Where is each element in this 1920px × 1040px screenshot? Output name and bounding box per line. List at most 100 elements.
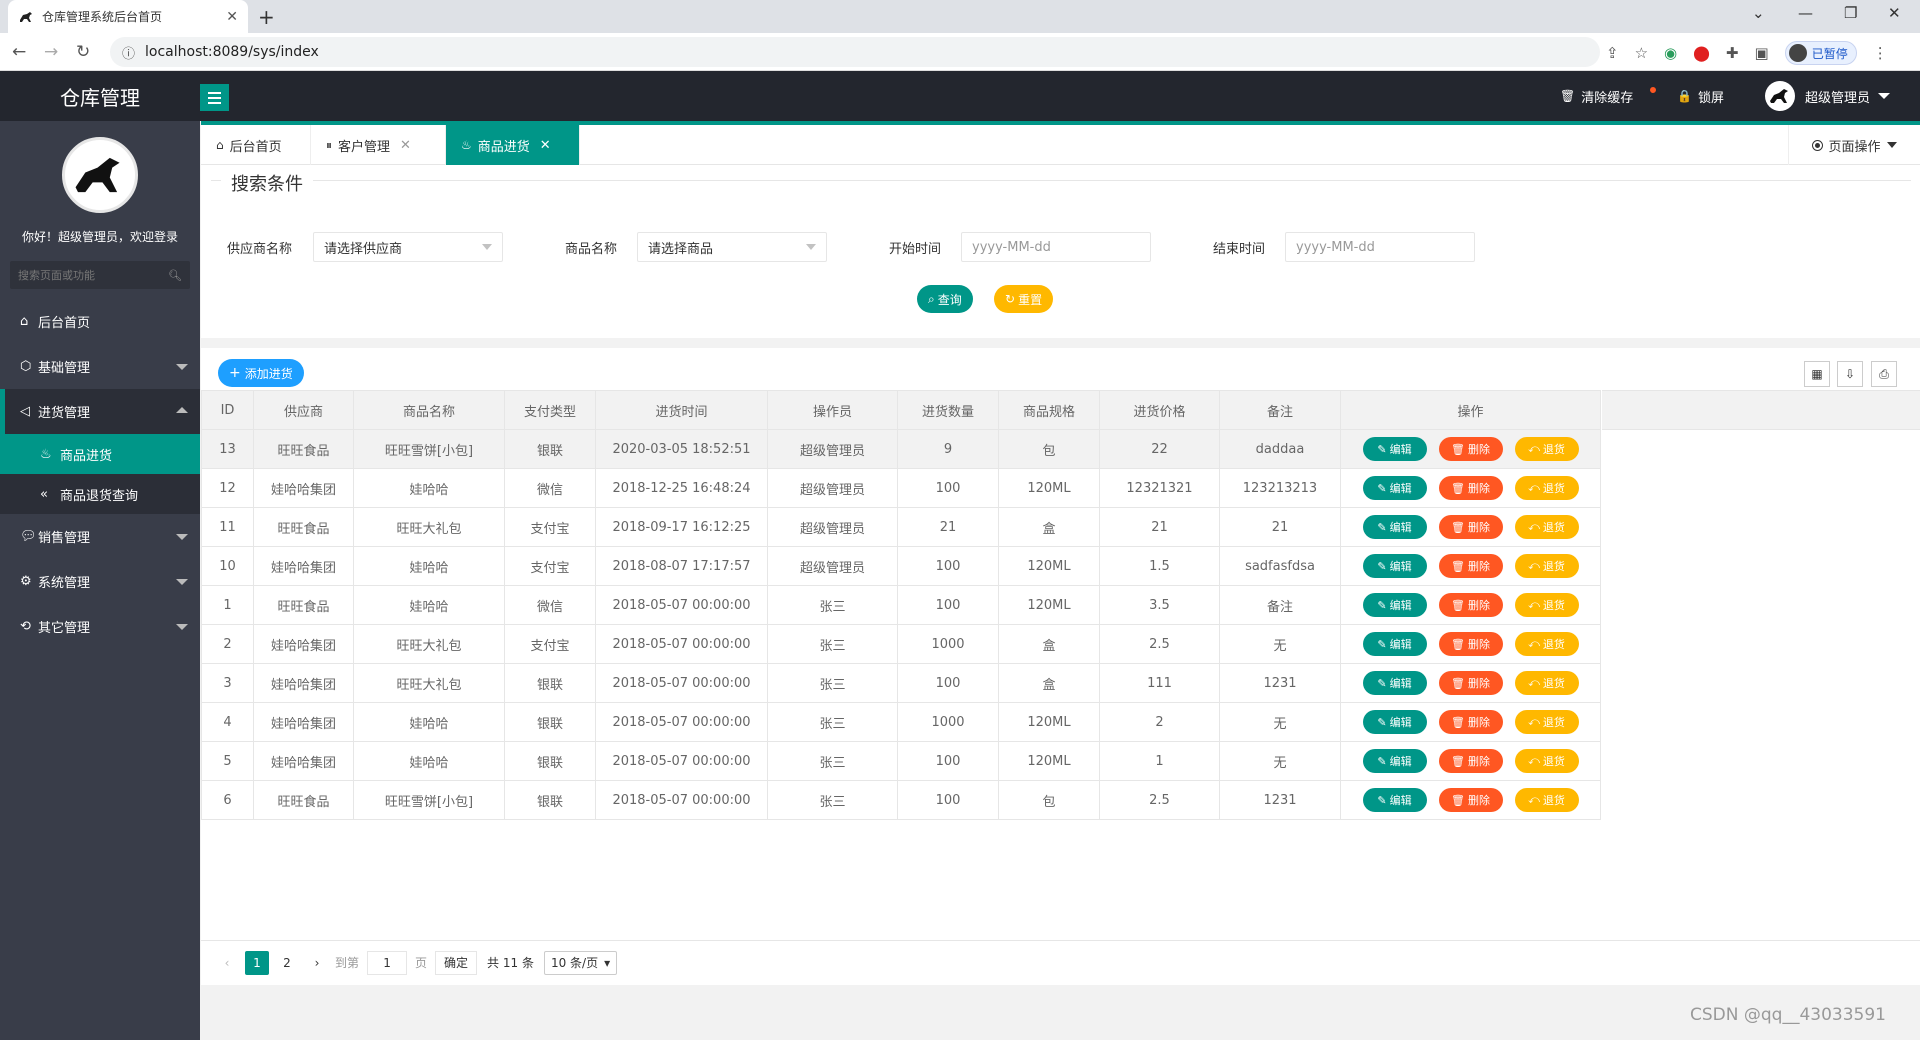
info-icon[interactable]: ⓘ (122, 43, 135, 62)
delete-button[interactable]: 🗑︎ 删除 (1438, 437, 1503, 461)
back-icon[interactable]: ← (12, 42, 26, 62)
forward-icon[interactable]: → (44, 42, 58, 62)
return-button-label: 退货 (1542, 482, 1565, 495)
browser-menu-icon[interactable]: ⋮ (1873, 44, 1888, 62)
return-button[interactable]: ⤺ 退货 (1514, 476, 1579, 500)
edit-button[interactable]: ✎ 编辑 (1362, 671, 1427, 695)
next-page-icon[interactable]: › (305, 951, 329, 975)
tab-customer[interactable]: ⏸ 客户管理 ✕ (311, 125, 446, 165)
extension-green-icon[interactable]: ◉ (1664, 44, 1677, 62)
edit-button[interactable]: ✎ 编辑 (1362, 554, 1427, 578)
edit-button[interactable]: ✎ 编辑 (1362, 515, 1427, 539)
goto-confirm-button[interactable]: 确定 (435, 950, 478, 975)
close-icon[interactable]: ✕ (400, 138, 411, 153)
export-icon[interactable]: ⇩ (1837, 361, 1863, 387)
browser-tab[interactable]: 仓库管理系统后台首页 ✕ (8, 0, 248, 33)
tab-goods-purchase[interactable]: ♨ 商品进货 ✕ (446, 125, 580, 165)
clear-cache-button[interactable]: 🗑 清除缓存 (1560, 71, 1656, 121)
columns-filter-icon[interactable]: ▦ (1804, 361, 1830, 387)
sidebar-item-sales[interactable]: 💬︎ 销售管理 (0, 514, 200, 559)
edit-button[interactable]: ✎ 编辑 (1362, 632, 1427, 656)
table-cell: 9 (897, 429, 999, 469)
close-icon[interactable]: ✕ (540, 138, 551, 153)
delete-button[interactable]: 🗑︎ 删除 (1438, 788, 1503, 812)
tab-home[interactable]: ⌂ 后台首页 (201, 125, 311, 165)
delete-button[interactable]: 🗑︎ 删除 (1438, 554, 1503, 578)
print-icon[interactable]: ⎙ (1871, 361, 1897, 387)
menu-toggle-icon[interactable] (200, 84, 229, 111)
address-bar[interactable]: ⓘ localhost:8089/sys/index (110, 37, 1600, 67)
delete-button[interactable]: 🗑︎ 删除 (1438, 593, 1503, 617)
table-toolbar: + 添加进货 ▦ ⇩ ⎙ (201, 348, 1920, 392)
delete-button[interactable]: 🗑︎ 删除 (1438, 515, 1503, 539)
return-button[interactable]: ⤺ 退货 (1514, 437, 1579, 461)
prev-page-icon[interactable]: ‹ (215, 951, 239, 975)
table-cell: 2.5 (1099, 780, 1220, 820)
add-purchase-button[interactable]: + 添加进货 (218, 359, 304, 387)
sidebar-subitem-goods-purchase[interactable]: ♨ 商品进货 (0, 434, 200, 474)
reset-button[interactable]: ↻ 重置 (994, 285, 1054, 313)
sidebar-subitem-return-query[interactable]: « 商品退货查询 (0, 474, 200, 514)
return-button[interactable]: ⤺ 退货 (1514, 515, 1579, 539)
delete-button[interactable]: 🗑︎ 删除 (1438, 476, 1503, 500)
page-size-select[interactable]: 10 条/页 ▾ (543, 950, 618, 975)
page-2-button[interactable]: 2 (275, 951, 299, 975)
start-time-input[interactable]: yyyy-MM-dd (961, 232, 1151, 262)
sidebar-item-basic[interactable]: ⬡ 基础管理 (0, 344, 200, 389)
edit-button[interactable]: ✎ 编辑 (1362, 476, 1427, 500)
table-cell: 旺旺食品 (253, 429, 354, 469)
end-time-input[interactable]: yyyy-MM-dd (1285, 232, 1475, 262)
edit-button[interactable]: ✎ 编辑 (1362, 710, 1427, 734)
return-button[interactable]: ⤺ 退货 (1514, 593, 1579, 617)
sidebar-search-input[interactable]: 搜索页面或功能 🔍︎ (10, 261, 190, 289)
edit-button[interactable]: ✎ 编辑 (1362, 788, 1427, 812)
page-1-button[interactable]: 1 (245, 950, 269, 975)
extension-red-icon[interactable]: ⬤ (1693, 44, 1710, 62)
return-button[interactable]: ⤺ 退货 (1514, 788, 1579, 812)
delete-button[interactable]: 🗑︎ 删除 (1438, 671, 1503, 695)
browser-tab-title: 仓库管理系统后台首页 (42, 10, 163, 24)
extensions-puzzle-icon[interactable]: ✚ (1726, 44, 1739, 62)
return-button[interactable]: ⤺ 退货 (1514, 749, 1579, 773)
edit-button[interactable]: ✎ 编辑 (1362, 749, 1427, 773)
supplier-select[interactable]: 请选择供应商 (313, 232, 503, 262)
delete-button[interactable]: 🗑︎ 删除 (1438, 749, 1503, 773)
table-cell: 盒 (998, 624, 1100, 664)
sidebar-item-other[interactable]: ⟲ 其它管理 (0, 604, 200, 649)
sidebar-item-system[interactable]: ⚙ 系统管理 (0, 559, 200, 604)
edit-button[interactable]: ✎ 编辑 (1362, 593, 1427, 617)
return-button-label: 退货 (1542, 677, 1565, 690)
goods-select[interactable]: 请选择商品 (637, 232, 827, 262)
edit-button[interactable]: ✎ 编辑 (1362, 437, 1427, 461)
table-header-row: ID 供应商 商品名称 支付类型 进货时间 操作员 进货数量 商品规格 进货价格… (201, 390, 1601, 430)
trash-icon: 🗑︎ (1451, 754, 1465, 768)
bookmark-star-icon[interactable]: ☆ (1635, 44, 1648, 62)
query-button[interactable]: ⌕ 查询 (917, 285, 973, 313)
reload-icon[interactable]: ↻ (76, 42, 90, 62)
restore-icon[interactable]: ❐ (1844, 4, 1857, 22)
page-ops-dropdown[interactable]: 页面操作 (1788, 125, 1920, 165)
return-button[interactable]: ⤺ 退货 (1514, 632, 1579, 656)
delete-button[interactable]: 🗑︎ 删除 (1438, 710, 1503, 734)
sidebar-item-label: 销售管理 (38, 531, 91, 546)
profile-paused-button[interactable]: 已暂停 (1784, 41, 1857, 65)
sidebar-item-purchase[interactable]: ◁ 进货管理 (0, 389, 200, 434)
return-button[interactable]: ⤺ 退货 (1514, 554, 1579, 578)
return-button[interactable]: ⤺ 退货 (1514, 671, 1579, 695)
window-close-icon[interactable]: ✕ (1888, 4, 1901, 22)
goto-page-input[interactable]: 1 (367, 950, 408, 975)
user-menu[interactable]: 超级管理员 (1765, 71, 1891, 121)
table-cell: 娃哈哈集团 (253, 702, 354, 742)
minimize-icon[interactable]: — (1798, 4, 1813, 22)
return-button[interactable]: ⤺ 退货 (1514, 710, 1579, 734)
share-icon[interactable]: ⇪ (1606, 44, 1619, 62)
lock-screen-button[interactable]: 🔒 锁屏 (1677, 71, 1724, 121)
tab-search-icon[interactable]: ⌄ (1752, 4, 1765, 22)
new-tab-icon[interactable]: + (258, 5, 275, 29)
sidebar-item-home[interactable]: ⌂ 后台首页 (0, 299, 200, 344)
close-tab-icon[interactable]: ✕ (226, 9, 238, 25)
pencil-icon: ✎ (1377, 442, 1387, 456)
delete-button[interactable]: 🗑︎ 删除 (1438, 632, 1503, 656)
return-icon: ⤺ (1528, 520, 1540, 533)
side-panel-icon[interactable]: ▣ (1755, 44, 1769, 62)
